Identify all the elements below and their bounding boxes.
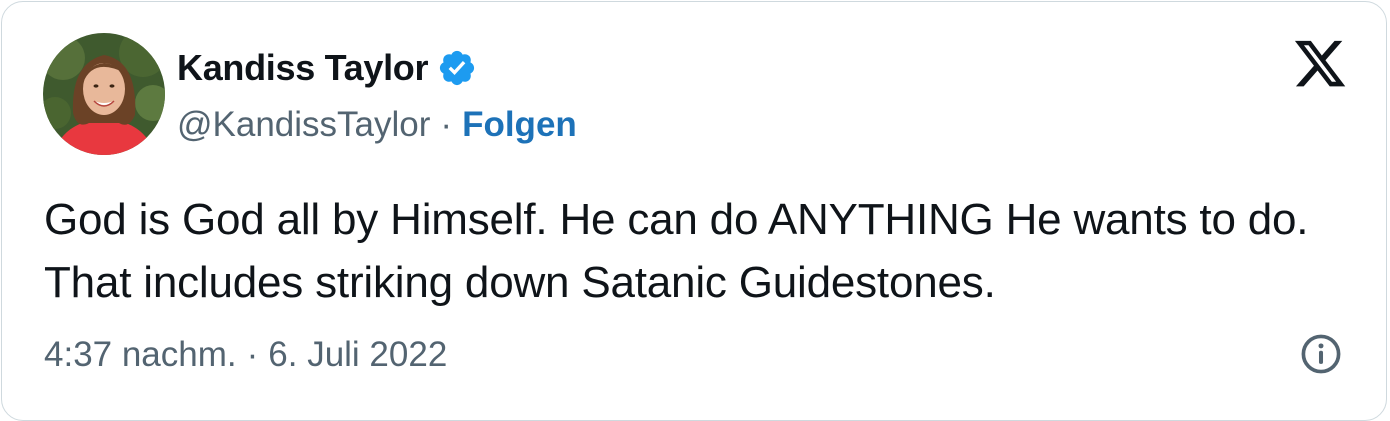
profile-photo-icon bbox=[43, 33, 165, 155]
avatar[interactable] bbox=[43, 33, 165, 155]
tweet-embed-card[interactable]: Kandiss Taylor @KandissTaylor · Folgen G… bbox=[1, 1, 1387, 421]
tweet-text: God is God all by Himself. He can do ANY… bbox=[44, 195, 1309, 307]
display-name: Kandiss Taylor bbox=[177, 47, 429, 88]
x-logo-icon[interactable] bbox=[1292, 40, 1348, 92]
tweet-time: 4:37 nachm. bbox=[44, 335, 237, 374]
author-name-link[interactable]: Kandiss Taylor bbox=[177, 45, 477, 91]
author-handle[interactable]: @KandissTaylor bbox=[177, 102, 430, 148]
handle-row: @KandissTaylor · Folgen bbox=[177, 102, 577, 148]
info-icon[interactable] bbox=[1299, 332, 1343, 376]
separator-dot: · bbox=[440, 105, 453, 144]
timestamp-separator: · bbox=[246, 335, 259, 374]
tweet-date: 6. Juli 2022 bbox=[268, 335, 448, 374]
timestamp-link[interactable]: 4:37 nachm. · 6. Juli 2022 bbox=[44, 332, 447, 378]
follow-link[interactable]: Folgen bbox=[462, 102, 577, 148]
verified-badge-icon bbox=[437, 48, 477, 88]
